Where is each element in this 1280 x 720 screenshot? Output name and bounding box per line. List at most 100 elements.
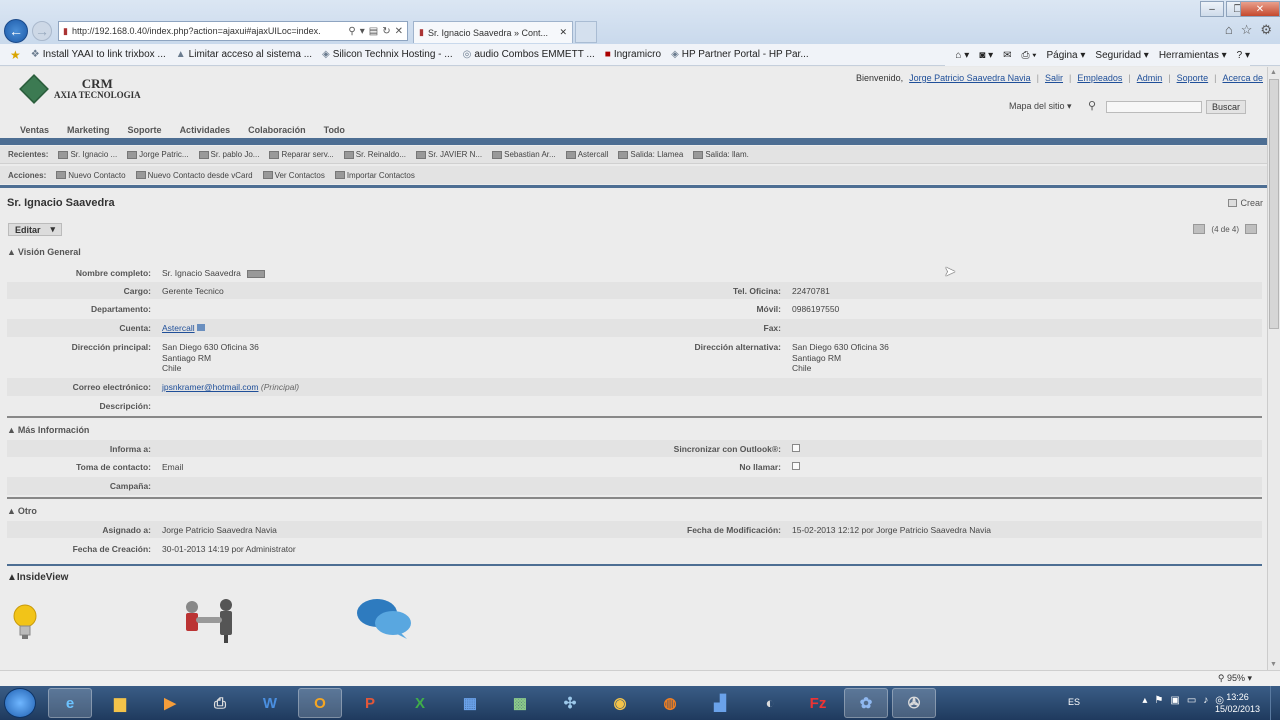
clock[interactable]: 13:26 15/02/2013 <box>1215 691 1260 715</box>
excel-taskbar-icon[interactable]: X <box>398 688 442 718</box>
account-link[interactable]: Astercall <box>162 323 195 333</box>
refresh-icon[interactable]: ↻ <box>382 26 390 37</box>
nav-item[interactable]: Soporte <box>128 125 162 135</box>
page-menu[interactable]: Página ▾ <box>1046 50 1085 61</box>
collapse-icon[interactable]: ▲ <box>7 572 17 583</box>
do-not-call-checkbox[interactable] <box>792 462 800 470</box>
vcard-icon[interactable] <box>246 269 265 278</box>
dropdown-icon[interactable]: ▾ <box>360 26 365 37</box>
create-link[interactable]: Crear <box>1228 198 1263 208</box>
collapse-icon[interactable]: ▲ <box>7 425 16 435</box>
favorite-link[interactable]: ◈ Silicon Technix Hosting - ... <box>322 49 453 60</box>
recent-item[interactable]: Sr. pablo Jo... <box>198 150 259 159</box>
tray-monitor-icon[interactable]: ▭ <box>1187 695 1196 706</box>
recent-item[interactable]: Jorge Patric... <box>127 150 189 159</box>
settings-gear-icon[interactable]: ⚙ <box>1260 22 1272 38</box>
section-other-header[interactable]: ▲ Otro <box>7 506 37 516</box>
nav-item[interactable]: Ventas <box>20 125 49 135</box>
app2-taskbar-icon[interactable]: ✇ <box>892 688 936 718</box>
sync-checkbox[interactable] <box>792 443 800 452</box>
employees-link[interactable]: Empleados <box>1077 73 1122 83</box>
collapse-icon[interactable]: ▲ <box>7 506 16 516</box>
action-item[interactable]: Nuevo Contacto desde vCard <box>135 171 253 180</box>
nav-item[interactable]: Marketing <box>67 125 110 135</box>
about-link[interactable]: Acerca de <box>1222 73 1263 83</box>
scroll-down-icon[interactable]: ▼ <box>1270 661 1277 668</box>
close-window-button[interactable]: ✕ <box>1240 1 1280 17</box>
recent-item[interactable]: Salida: Llamea <box>618 150 683 159</box>
ie-taskbar-icon[interactable]: e <box>48 688 92 718</box>
favorite-link[interactable]: ■ Ingramicro <box>605 49 661 60</box>
recent-item[interactable]: Sr. Ignacio ... <box>58 150 117 159</box>
search-icon[interactable]: ⚲ <box>348 26 355 37</box>
outlook-taskbar-icon[interactable]: O <box>298 688 342 718</box>
info-icon[interactable] <box>196 324 205 331</box>
recent-item[interactable]: Sr. Reinaldo... <box>343 150 406 159</box>
chevron-down-icon[interactable]: ▾ <box>51 224 56 235</box>
user-link[interactable]: Jorge Patricio Saavedra Navia <box>909 73 1031 83</box>
page-scrollbar[interactable]: ▲ ▼ <box>1267 67 1280 670</box>
firefox-taskbar-icon[interactable]: ◍ <box>648 688 692 718</box>
visio-taskbar-icon[interactable]: ▩ <box>498 688 542 718</box>
edit-button[interactable]: Editar ▾ <box>8 223 62 236</box>
language-indicator[interactable]: ES <box>1068 697 1080 707</box>
network-taskbar-icon[interactable]: ✣ <box>548 688 592 718</box>
search-input[interactable] <box>1106 101 1202 113</box>
feeds-icon[interactable]: ◙ ▾ <box>979 50 993 61</box>
section-insideview-header[interactable]: ▲InsideView <box>7 572 68 583</box>
logout-link[interactable]: Salir <box>1045 73 1063 83</box>
new-tab-button[interactable] <box>575 21 597 43</box>
minimize-button[interactable]: – <box>1200 1 1224 17</box>
support-link[interactable]: Soporte <box>1177 73 1209 83</box>
recent-item[interactable]: Astercall <box>565 150 608 159</box>
start-button[interactable] <box>4 688 36 718</box>
prev-record-button[interactable] <box>1193 224 1206 234</box>
app-taskbar-icon[interactable]: ✿ <box>844 688 888 718</box>
admin-link[interactable]: Admin <box>1137 73 1163 83</box>
tray-volume-icon[interactable]: ♪ <box>1203 695 1208 706</box>
search-button[interactable]: Buscar <box>1206 100 1246 114</box>
compat-icon[interactable]: ▤ <box>369 26 378 37</box>
filezilla-taskbar-icon[interactable]: Fz <box>796 688 840 718</box>
lightbulb-icon[interactable] <box>11 602 39 642</box>
scroll-thumb[interactable] <box>1269 79 1279 329</box>
zoom-level[interactable]: ⚲ 95% ▾ <box>1218 673 1252 684</box>
handshake-icon[interactable] <box>180 597 236 643</box>
close-tab-icon[interactable]: ✕ <box>559 27 567 38</box>
nav-item[interactable]: Actividades <box>180 125 231 135</box>
print-icon[interactable]: ⎙ ▾ <box>1022 50 1037 61</box>
scroll-up-icon[interactable]: ▲ <box>1270 69 1277 76</box>
action-item[interactable]: Nuevo Contacto <box>56 171 126 180</box>
favorite-link[interactable]: ◎ audio Combos EMMETT ... <box>463 49 595 60</box>
crm-logo[interactable]: CRM AXIA TECNOLOGIA <box>19 74 141 104</box>
help-icon[interactable]: ? ▾ <box>1237 50 1250 61</box>
printer-taskbar-icon[interactable]: ⎙ <box>198 688 242 718</box>
address-bar[interactable]: ▮ http://192.168.0.40/index.php?action=a… <box>58 21 408 41</box>
safety-menu[interactable]: Seguridad ▾ <box>1095 50 1148 61</box>
favorite-link[interactable]: ▲ Limitar acceso al sistema ... <box>176 49 312 60</box>
next-record-button[interactable] <box>1245 224 1257 234</box>
sitemap-dropdown[interactable]: Mapa del sitio ▾ <box>1009 101 1072 112</box>
favorites-icon[interactable]: ★ <box>10 48 21 62</box>
remote-desktop-taskbar-icon[interactable]: ▟ <box>698 688 742 718</box>
back-button[interactable]: ← <box>4 19 28 43</box>
media-player-taskbar-icon[interactable]: ▶ <box>148 688 192 718</box>
explorer-taskbar-icon[interactable]: ▆ <box>98 688 142 718</box>
action-item[interactable]: Ver Contactos <box>262 171 325 180</box>
favorite-link[interactable]: ◈ HP Partner Portal - HP Par... <box>671 49 809 60</box>
nav-item[interactable]: Colaboración <box>248 125 306 135</box>
collapse-icon[interactable]: ▲ <box>7 247 16 257</box>
mail-icon[interactable]: ✉ <box>1003 50 1011 61</box>
stop-icon[interactable]: ✕ <box>395 26 403 37</box>
word-taskbar-icon[interactable]: W <box>248 688 292 718</box>
action-item[interactable]: Importar Contactos <box>334 171 415 180</box>
recent-item[interactable]: Salida: llam. <box>693 150 749 159</box>
favorites-star-icon[interactable]: ☆ <box>1241 22 1253 38</box>
tools-menu[interactable]: Herramientas ▾ <box>1159 50 1227 61</box>
ftp-taskbar-icon[interactable]: ◉ <box>598 688 642 718</box>
browser-tab[interactable]: ▮ Sr. Ignacio Saavedra » Cont... ✕ <box>413 21 573 43</box>
recent-item[interactable]: Sebastian Ar... <box>492 150 556 159</box>
forward-button[interactable]: → <box>32 21 52 41</box>
email-link[interactable]: jpsnkramer@hotmail.com <box>162 382 259 392</box>
tray-network-icon[interactable]: ▣ <box>1170 695 1179 706</box>
